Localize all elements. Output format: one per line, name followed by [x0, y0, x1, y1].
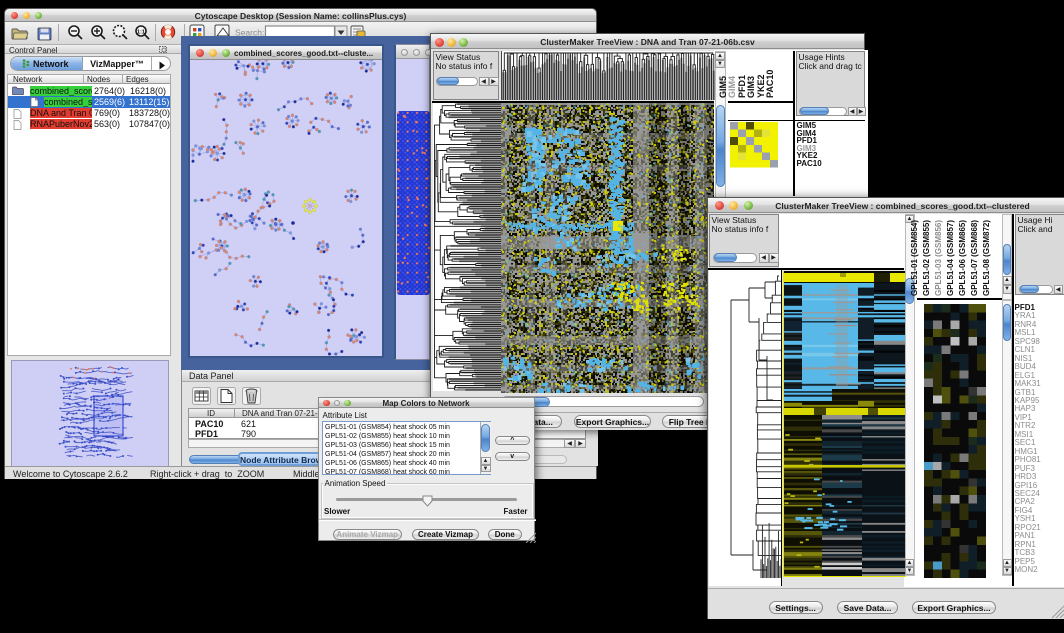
svg-text:1:1: 1:1: [137, 30, 145, 36]
